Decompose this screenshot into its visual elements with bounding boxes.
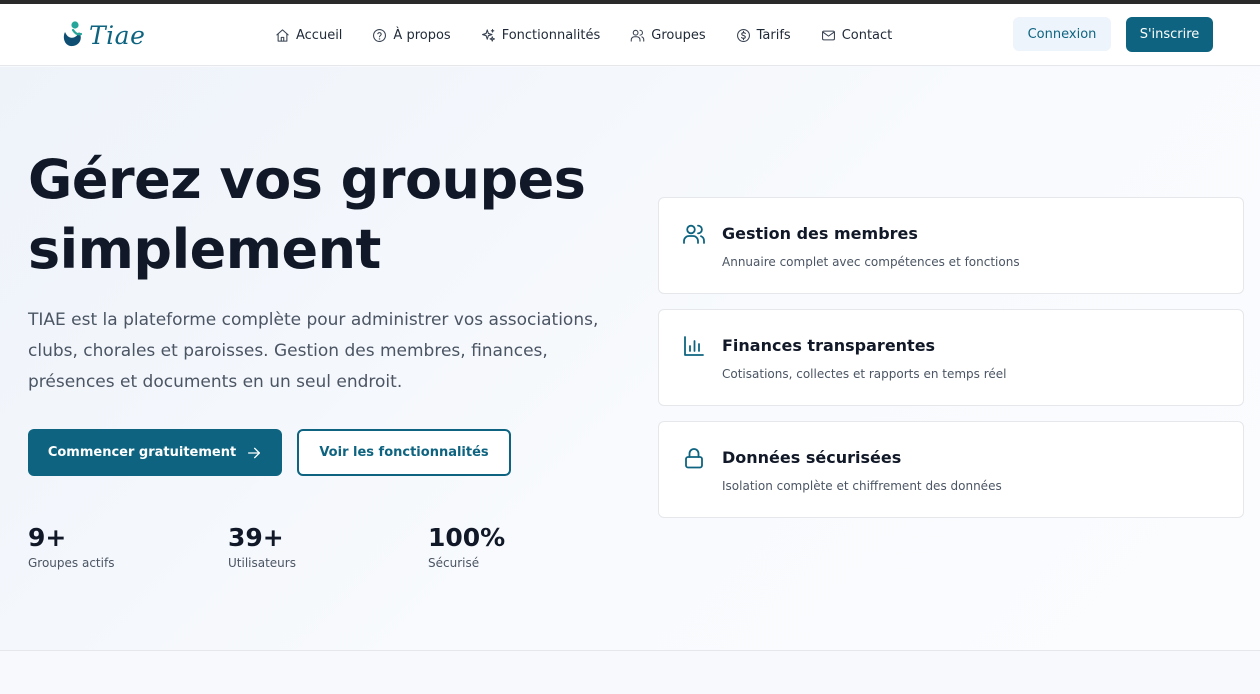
brand-logo[interactable]: Tiae xyxy=(60,19,145,51)
stat-value: 100% xyxy=(428,523,506,552)
login-button[interactable]: Connexion xyxy=(1013,17,1111,51)
feature-description: Cotisations, collectes et rapports en te… xyxy=(722,367,1007,381)
users-icon xyxy=(630,29,645,42)
help-circle-icon xyxy=(373,28,387,42)
feature-description: Isolation complète et chiffrement des do… xyxy=(722,479,1002,493)
nav-item-groupes[interactable]: Groupes xyxy=(630,27,706,43)
nav-item-contact[interactable]: Contact xyxy=(821,27,893,43)
nav-item-a-propos[interactable]: À propos xyxy=(372,27,451,43)
users-icon xyxy=(683,224,705,244)
sparkles-icon xyxy=(481,28,495,42)
view-features-button[interactable]: Voir les fonctionnalités xyxy=(297,429,511,476)
nav-label: Tarifs xyxy=(756,27,791,43)
lock-icon xyxy=(685,448,703,469)
site-header: Tiae Accueil À propos Fonctionnalités Gr… xyxy=(0,4,1260,66)
feature-card-security: Données sécurisées Isolation complète et… xyxy=(658,421,1244,518)
bar-chart-icon xyxy=(684,336,704,356)
dollar-circle-icon xyxy=(736,28,750,42)
hero-section: Gérez vos groupes simplement TIAE est la… xyxy=(0,67,1260,651)
arrow-right-icon xyxy=(248,447,261,458)
hero-description: TIAE est la plateforme complète pour adm… xyxy=(28,310,599,392)
nav-label: Contact xyxy=(841,27,893,43)
brand-name: Tiae xyxy=(89,20,146,50)
nav-item-accueil[interactable]: Accueil xyxy=(275,28,342,43)
nav-label: Accueil xyxy=(296,27,343,43)
stat-label: Sécurisé xyxy=(428,556,480,570)
feature-card-finances: Finances transparentes Cotisations, coll… xyxy=(658,309,1244,406)
feature-title: Données sécurisées xyxy=(722,448,902,467)
signup-button[interactable]: S'inscrire xyxy=(1126,17,1213,52)
logo-mark-icon xyxy=(63,21,83,47)
hero-title: Gérez vos groupes simplement xyxy=(28,148,586,281)
stat-groups: 9+ Groupes actifs xyxy=(28,523,114,570)
stat-label: Utilisateurs xyxy=(228,556,296,570)
nav-label: À propos xyxy=(393,27,451,43)
nav-item-tarifs[interactable]: Tarifs xyxy=(736,28,791,43)
feature-title: Finances transparentes xyxy=(722,336,936,355)
feature-card-members: Gestion des membres Annuaire complet ave… xyxy=(658,197,1244,294)
home-icon xyxy=(276,28,289,42)
start-free-label: Commencer gratuitement xyxy=(47,445,237,460)
mail-icon xyxy=(821,30,835,40)
nav-label: Groupes xyxy=(651,27,706,43)
stat-users: 39+ Utilisateurs xyxy=(228,523,296,570)
nav-label: Fonctionnalités xyxy=(501,27,601,43)
feature-title: Gestion des membres xyxy=(722,224,918,243)
stat-value: 9+ xyxy=(28,523,67,552)
stat-value: 39+ xyxy=(228,523,284,552)
stat-security: 100% Sécurisé xyxy=(428,523,505,570)
main-nav: Accueil À propos Fonctionnalités Groupes… xyxy=(275,4,892,66)
stat-label: Groupes actifs xyxy=(28,556,115,570)
nav-item-fonctionnalites[interactable]: Fonctionnalités xyxy=(481,27,601,43)
feature-description: Annuaire complet avec compétences et fon… xyxy=(722,255,1020,269)
start-free-button[interactable]: Commencer gratuitement xyxy=(28,429,282,476)
